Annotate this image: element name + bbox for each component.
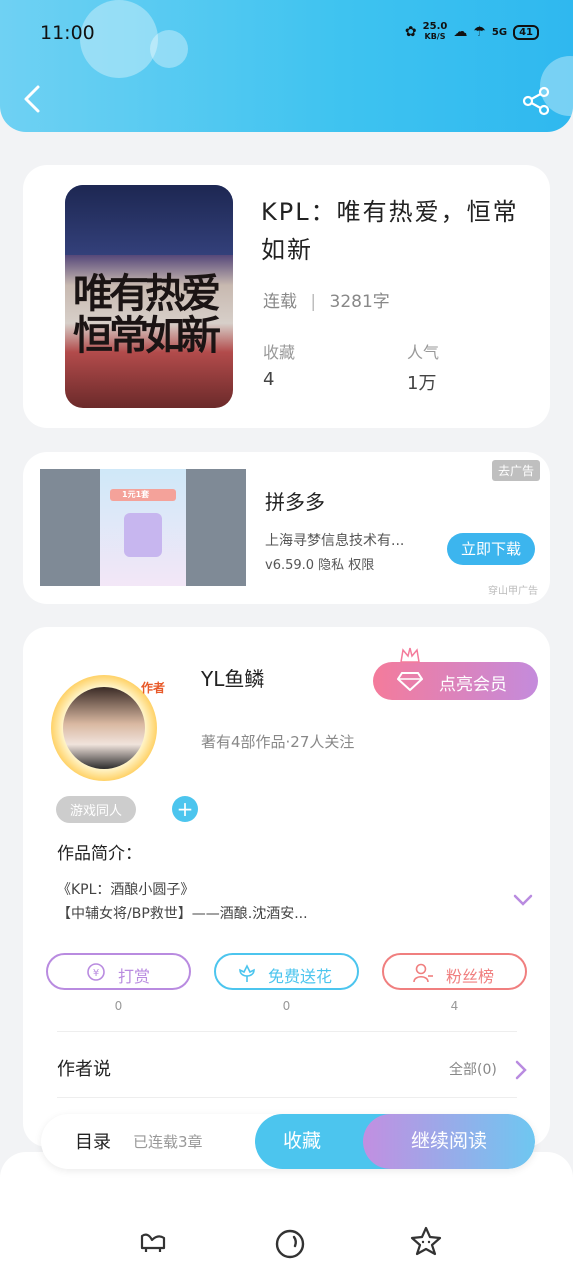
- vip-button-label: 点亮会员: [439, 675, 507, 695]
- book-cover[interactable]: 唯有热爱 恒常如新: [65, 185, 233, 408]
- meta-separator: |: [310, 292, 317, 312]
- book-meta: 连载 | 3281字: [263, 287, 390, 312]
- fans-icon: [413, 963, 433, 983]
- ad-card[interactable]: 1元1套 去广告 拼多多 上海寻梦信息技术有... v6.59.0 隐私 权限 …: [23, 452, 550, 604]
- status-icons: ✿ 25.0 KB/S ☁ ☂ 5G 41: [405, 22, 539, 42]
- decor-bubble: [150, 30, 188, 68]
- chapter-count[interactable]: 已连载3章: [133, 1131, 203, 1152]
- ad-banner-text: 1元1套: [122, 490, 150, 499]
- divider: [57, 1097, 517, 1098]
- status-time: 11:00: [40, 22, 95, 44]
- collect-button-label: 收藏: [282, 1130, 321, 1152]
- tip-count: 0: [114, 999, 123, 1013]
- flower-count: 0: [282, 999, 291, 1013]
- fans-rank-label: 粉丝榜: [446, 967, 495, 986]
- net-speed: 25.0 KB/S: [423, 22, 448, 42]
- cover-stage: [65, 185, 233, 255]
- ad-phone-mockup: 1元1套: [100, 469, 186, 586]
- book-word-count: 3281字: [329, 292, 390, 312]
- tip-button[interactable]: ¥ 打赏: [46, 953, 191, 990]
- net-speed-value: 25.0: [422, 21, 448, 32]
- add-tag-button[interactable]: +: [172, 796, 198, 822]
- tip-label: 打赏: [118, 967, 151, 986]
- ad-source: 穿山甲广告: [488, 586, 538, 597]
- fans-count: 4: [450, 999, 459, 1013]
- toc-button[interactable]: 目录: [75, 1128, 111, 1154]
- ad-app-name: 拼多多: [265, 490, 325, 514]
- remove-ad-button[interactable]: 去广告: [491, 460, 540, 481]
- collect-value: 4: [263, 369, 275, 390]
- ad-meta[interactable]: v6.59.0 隐私 权限: [265, 554, 374, 573]
- yuan-icon: ¥: [87, 963, 105, 981]
- net-speed-unit: KB/S: [424, 32, 446, 41]
- wifi-icon: ☂: [473, 24, 486, 40]
- ad-banner-image[interactable]: 1元1套: [40, 469, 246, 586]
- sofa-icon[interactable]: [138, 1226, 168, 1254]
- vip-button[interactable]: 点亮会员: [373, 647, 538, 700]
- author-says-all-link[interactable]: 全部(0): [449, 1059, 497, 1079]
- intro-line-2: 【中辅女将/BP救世】——酒酿.沈酒安...: [57, 906, 308, 922]
- author-name[interactable]: YL鱼鳞: [201, 663, 264, 692]
- diamond-icon: [397, 672, 423, 691]
- crown-icon: [400, 647, 420, 663]
- popularity-value: 1万: [407, 373, 437, 394]
- author-works: 著有4部作品·27人关注: [201, 733, 355, 751]
- avatar: [63, 687, 145, 769]
- svg-text:¥: ¥: [93, 968, 99, 979]
- author-says-title: 作者说: [57, 1059, 111, 1080]
- author-badge: 作者: [140, 681, 165, 695]
- back-icon[interactable]: [20, 84, 46, 114]
- flower-icon: [239, 964, 255, 982]
- fans-rank-button[interactable]: 粉丝榜: [382, 953, 527, 990]
- bottom-tab-bar: [0, 1152, 573, 1280]
- book-info-card: 唯有热爱 恒常如新 KPL：唯有热爱，恒常如新 连载 | 3281字 收藏 4 …: [23, 165, 550, 428]
- popularity-label: 人气: [407, 343, 440, 362]
- collect-label: 收藏: [263, 343, 296, 362]
- notification-icon: ✿: [404, 24, 417, 40]
- divider: [57, 1031, 517, 1032]
- top-header: 11:00 ✿ 25.0 KB/S ☁ ☂ 5G 41: [0, 0, 573, 132]
- book-title: KPL：唯有热爱，恒常如新: [261, 198, 519, 264]
- ad-company: 上海寻梦信息技术有...: [265, 533, 405, 549]
- app-icon: ☁: [453, 24, 468, 40]
- star-face-icon[interactable]: [410, 1226, 442, 1256]
- cover-title-art: 唯有热爱 恒常如新: [73, 270, 221, 359]
- book-status: 连载: [263, 292, 297, 312]
- intro-label: 作品简介：: [57, 844, 142, 864]
- author-avatar-frame[interactable]: 作者: [51, 675, 165, 781]
- chevron-right-icon[interactable]: [515, 1060, 527, 1080]
- continue-reading-button[interactable]: 继续阅读: [363, 1114, 535, 1169]
- ad-product-image: [124, 513, 162, 557]
- share-icon[interactable]: [521, 86, 551, 116]
- send-flower-label: 免费送花: [268, 967, 333, 986]
- signal-icon: 5G: [491, 26, 508, 38]
- author-card: 作者 YL鱼鳞 著有4部作品·27人关注 点亮会员 游戏同人 + 作品简介： 《…: [23, 627, 550, 1147]
- ad-download-button[interactable]: 立即下载: [447, 533, 535, 565]
- battery-icon: 41: [513, 24, 539, 40]
- chevron-down-icon[interactable]: [513, 893, 533, 907]
- send-flower-button[interactable]: 免费送花: [214, 953, 359, 990]
- planet-icon[interactable]: [274, 1228, 306, 1260]
- intro-line-1: 《KPL：酒酿小圆子》: [57, 882, 195, 898]
- genre-tag[interactable]: 游戏同人: [56, 796, 137, 823]
- reading-action-bar: 目录 已连载3章 收藏 继续阅读: [41, 1114, 535, 1169]
